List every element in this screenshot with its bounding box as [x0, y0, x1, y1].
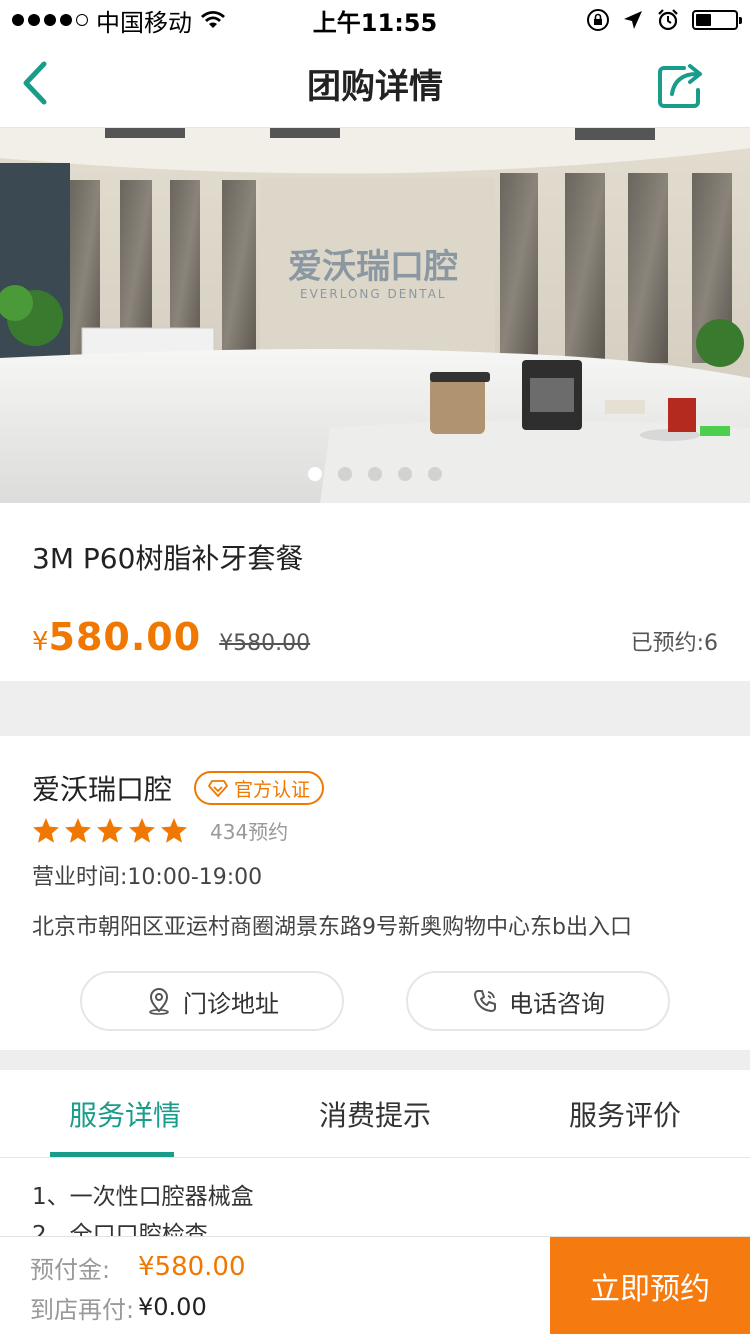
book-now-button[interactable]: 立即预约	[550, 1237, 750, 1334]
product-info: 3M P60树脂补牙套餐 ¥ 580.00 ¥580.00 已预约:6	[0, 503, 750, 681]
service-detail-list: 1、一次性口腔器械盒 2、全口口腔检查	[0, 1158, 750, 1236]
tab-consumption-tips[interactable]: 消费提示	[250, 1070, 500, 1157]
deposit-label: 预付金:	[30, 1255, 111, 1284]
list-item: 1、一次性口腔器械盒	[32, 1184, 254, 1210]
share-icon[interactable]	[656, 60, 706, 110]
booking-count: 434预约	[210, 820, 289, 844]
section-divider	[0, 1050, 750, 1070]
star-rating	[32, 817, 188, 845]
bottom-bar: 预付金: ¥580.00 到店再付: ¥0.00 立即预约	[0, 1236, 750, 1334]
star-icon	[65, 817, 91, 843]
star-icon	[33, 817, 59, 843]
carousel-dot[interactable]	[398, 467, 412, 481]
star-icon	[161, 817, 187, 843]
tab-service-reviews[interactable]: 服务评价	[500, 1070, 750, 1157]
carousel-dot[interactable]	[338, 467, 352, 481]
business-hours: 营业时间:10:00-19:00	[32, 865, 263, 890]
carousel-pager	[0, 467, 750, 481]
tab-service-details[interactable]: 服务详情	[0, 1070, 250, 1157]
detail-tabs: 服务详情 消费提示 服务评价	[0, 1070, 750, 1158]
diamond-icon	[208, 780, 228, 797]
instore-label: 到店再付:	[30, 1295, 135, 1324]
chevron-left-icon[interactable]	[14, 58, 64, 108]
clinic-address-button[interactable]: 门诊地址	[80, 971, 344, 1031]
clinic-address: 北京市朝阳区亚运村商圈湖景东路9号新奥购物中心东b出入口	[32, 915, 632, 940]
carrier-label: 中国移动	[96, 8, 192, 37]
phone-icon	[474, 990, 496, 1012]
list-item: 2、全口口腔检查	[32, 1222, 208, 1236]
phone-consult-button-label: 电话咨询	[509, 989, 605, 1018]
section-divider	[0, 681, 750, 736]
phone-consult-button[interactable]: 电话咨询	[406, 971, 670, 1031]
clinic-logo-sub: EVERLONG DENTAL	[300, 287, 447, 301]
payment-summary: 预付金: ¥580.00 到店再付: ¥0.00	[0, 1237, 550, 1334]
original-price: ¥580.00	[219, 631, 311, 656]
wifi-icon	[201, 11, 225, 28]
clinic-logo-text: 爱沃瑞口腔	[288, 247, 458, 287]
nav-bar: 团购详情	[0, 40, 750, 128]
carousel-dot[interactable]	[308, 467, 322, 481]
clinic-address-button-label: 门诊地址	[183, 989, 279, 1018]
star-icon	[129, 817, 155, 843]
currency-symbol: ¥	[32, 627, 49, 657]
rotation-lock-icon	[587, 9, 609, 31]
location-icon	[624, 11, 642, 29]
battery-icon	[692, 10, 742, 30]
page-title: 团购详情	[307, 67, 443, 107]
instore-value: ¥0.00	[138, 1293, 207, 1321]
alarm-icon	[658, 9, 678, 31]
booked-count: 已预约:6	[630, 631, 718, 656]
carousel-dot[interactable]	[368, 467, 382, 481]
signal-icon	[12, 14, 88, 26]
carousel-dot[interactable]	[428, 467, 442, 481]
verified-badge: 官方认证	[194, 771, 325, 805]
clinic-card: 爱沃瑞口腔 官方认证 434预约 营业时间:10:00-19:00 北京市朝阳区…	[0, 736, 750, 1050]
clinic-name[interactable]: 爱沃瑞口腔	[32, 768, 172, 808]
hero-image-carousel[interactable]: 爱沃瑞口腔 EVERLONG DENTAL	[0, 128, 750, 503]
status-bar: 中国移动 上午11:55	[0, 0, 750, 40]
verified-badge-label: 官方认证	[234, 778, 311, 801]
map-pin-icon	[149, 988, 169, 1015]
star-icon	[97, 817, 123, 843]
clinic-photo: 爱沃瑞口腔 EVERLONG DENTAL	[0, 128, 750, 503]
product-name: 3M P60树脂补牙套餐	[32, 542, 304, 575]
current-price: 580.00	[48, 615, 202, 659]
deposit-value: ¥580.00	[138, 1252, 246, 1282]
